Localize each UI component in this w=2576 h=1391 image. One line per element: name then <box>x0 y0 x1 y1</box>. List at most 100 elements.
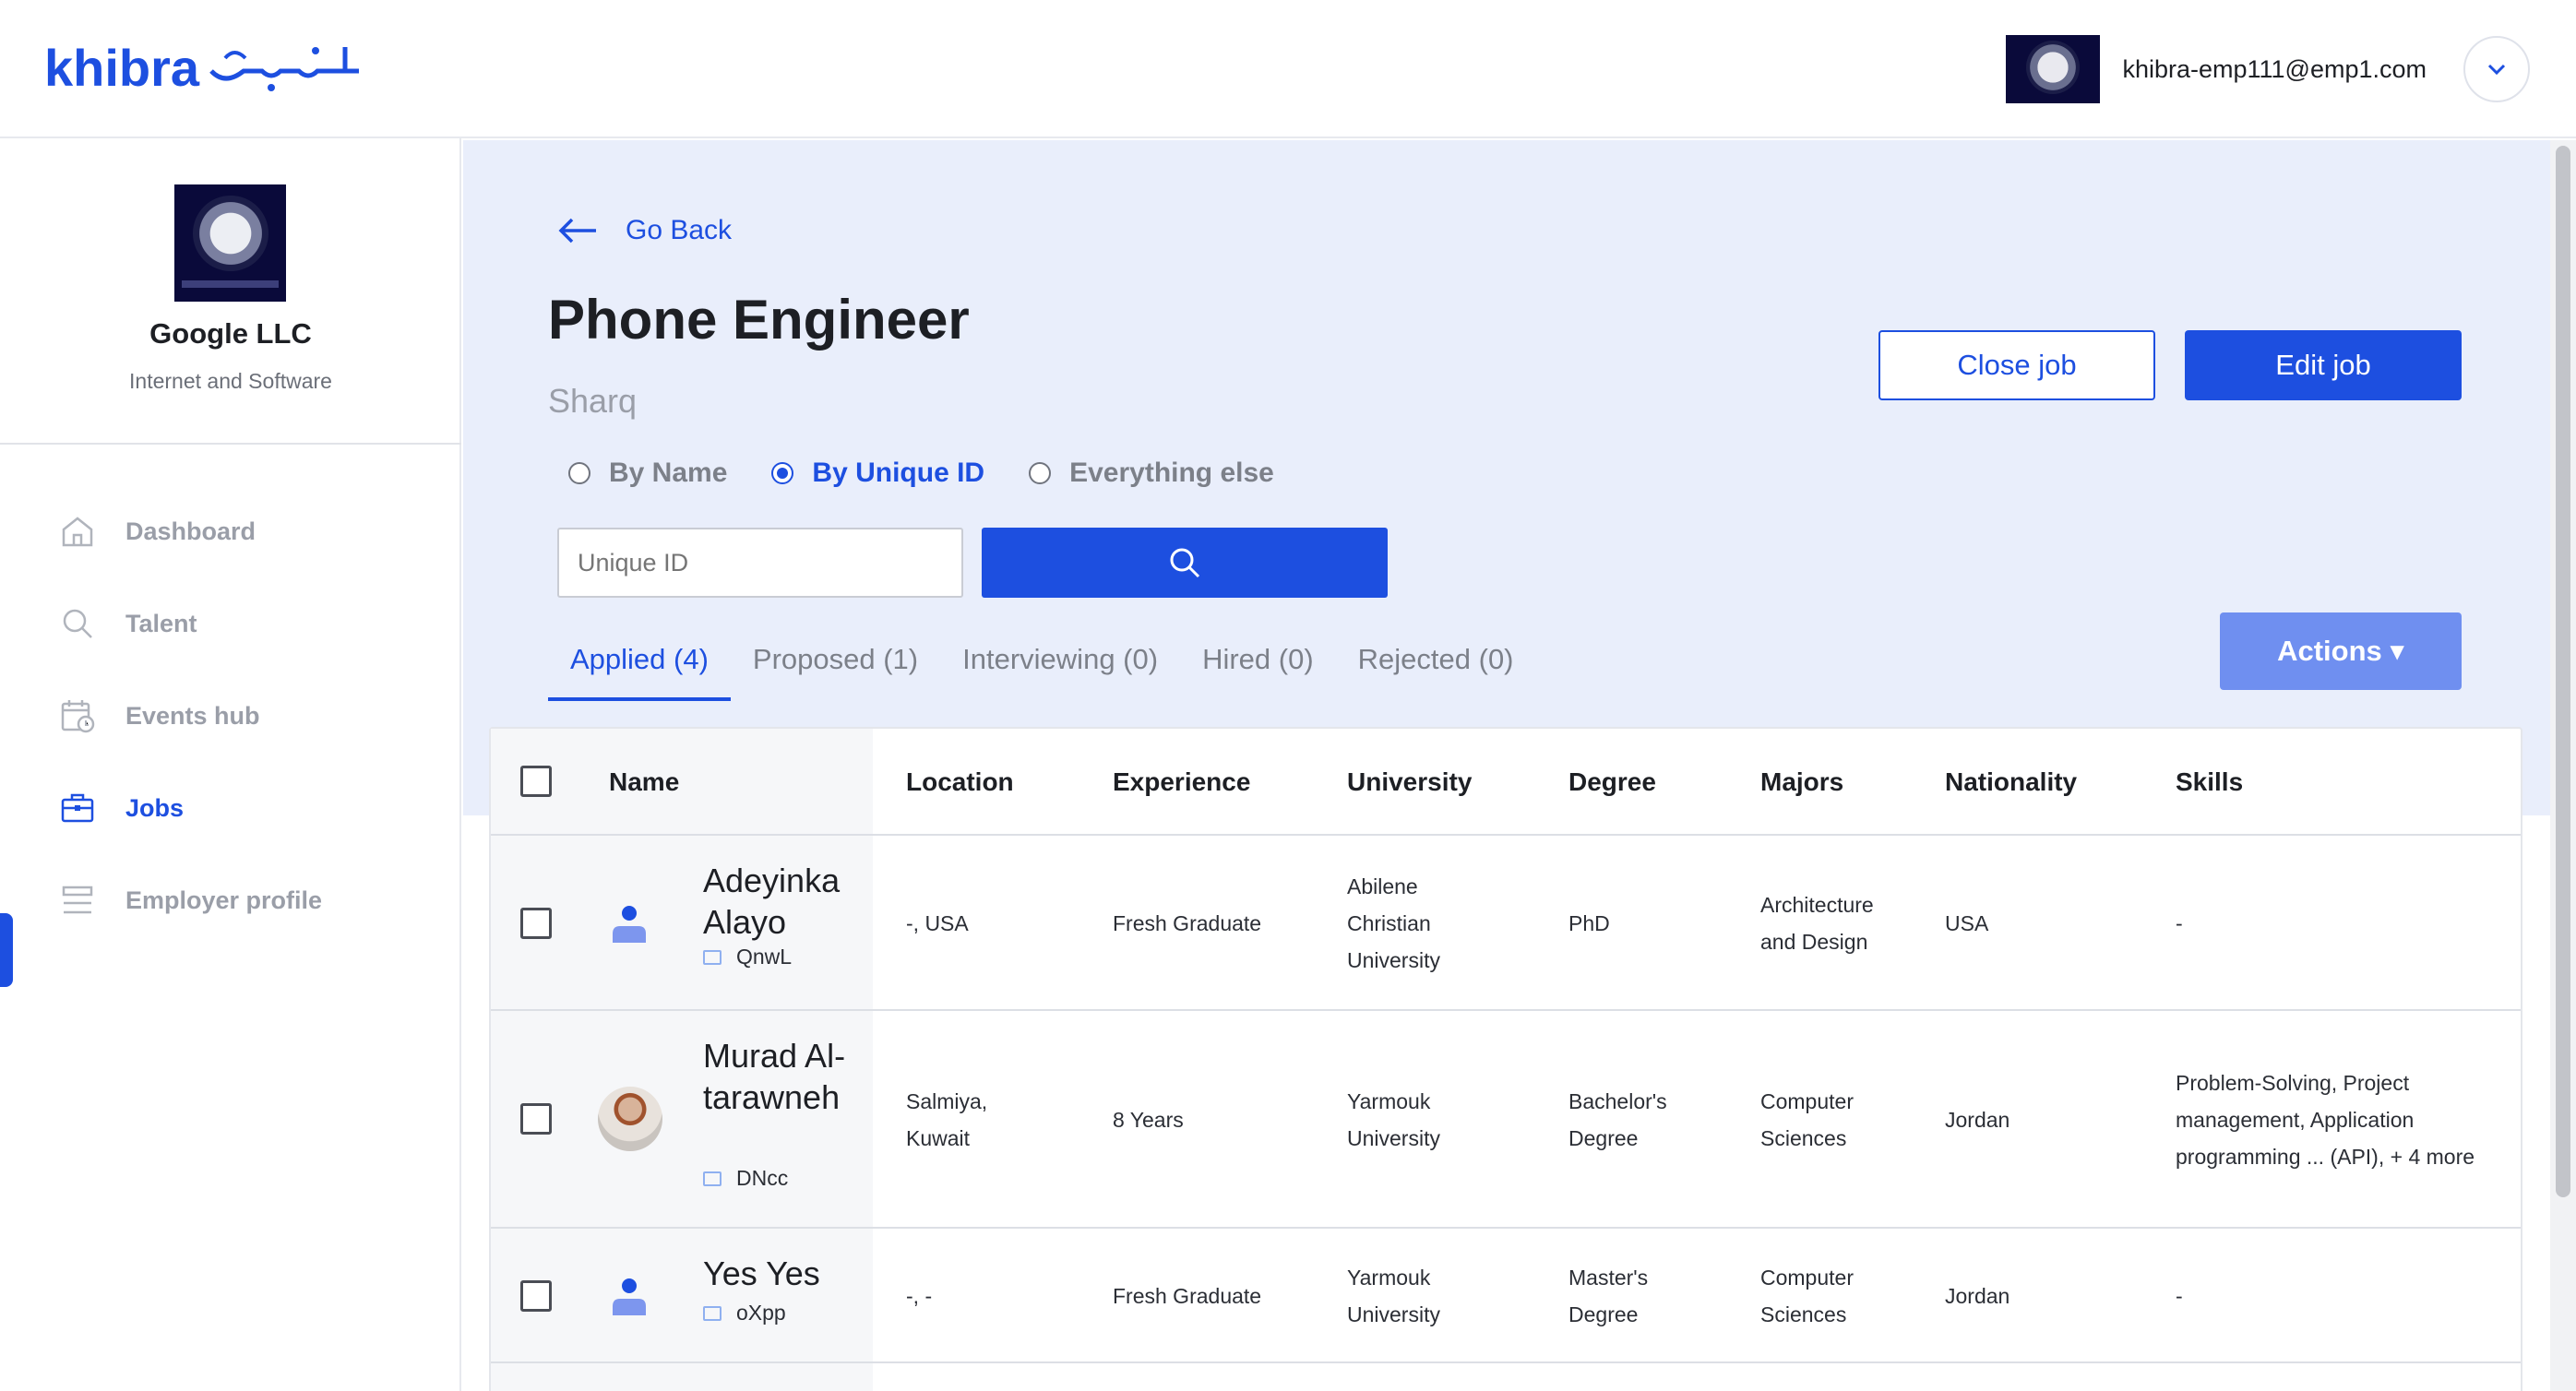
user-menu[interactable]: khibra-emp111@emp1.com <box>2006 35 2530 103</box>
cell-degree: PhD <box>1568 911 1610 935</box>
sidebar-item-label: Dashboard <box>125 517 256 545</box>
cell-skills: - <box>2176 911 2183 935</box>
table-row[interactable]: Murad Al-tarawneh DNcc Salmiya, Kuwait 8… <box>491 1011 2521 1229</box>
sidebar: Google LLC Internet and Software Dashboa… <box>0 138 461 1391</box>
cell-location: -, - <box>906 1284 933 1308</box>
tab-hired[interactable]: Hired (0) <box>1180 618 1336 701</box>
sidebar-item-talent[interactable]: Talent <box>0 587 461 660</box>
cell-location: -, USA <box>906 911 969 935</box>
job-location: Sharq <box>548 382 638 420</box>
company-name: Google LLC <box>149 317 312 350</box>
candidate-id-value: QnwL <box>736 945 793 969</box>
home-icon <box>59 513 96 550</box>
column-header-experience[interactable]: Experience <box>1113 729 1250 836</box>
cell-nationality: USA <box>1945 911 1989 935</box>
column-header-degree[interactable]: Degree <box>1568 729 1656 836</box>
cell-majors: Computer Sciences <box>1760 1089 1854 1150</box>
actions-dropdown-button[interactable]: Actions ▾ <box>2220 612 2462 690</box>
cell-majors: Architecture and Design <box>1760 893 1874 954</box>
tab-proposed[interactable]: Proposed (1) <box>731 618 940 701</box>
company-industry: Internet and Software <box>129 369 332 393</box>
cell-university: Yarmouk University <box>1347 1089 1440 1150</box>
cell-nationality: Jordan <box>1945 1284 2010 1308</box>
search-mode-group: By Name By Unique ID Everything else <box>568 450 1318 496</box>
scrollbar-thumb[interactable] <box>2556 146 2570 1197</box>
chevron-down-icon <box>2487 64 2506 76</box>
sidebar-item-label: Talent <box>125 609 197 637</box>
candidate-id: DNcc <box>703 1166 788 1191</box>
search-icon <box>1170 548 1200 578</box>
column-header-university[interactable]: University <box>1347 729 1472 836</box>
column-header-name[interactable]: Name <box>609 729 679 836</box>
user-menu-toggle[interactable] <box>2463 36 2530 102</box>
briefcase-icon <box>59 790 96 826</box>
candidate-id: QnwL <box>703 945 792 969</box>
arrow-left-icon <box>558 218 596 244</box>
cell-university: Yarmouk University <box>1347 1266 1440 1326</box>
cell-university: Abilene Christian University <box>1347 874 1440 972</box>
default-avatar-icon <box>613 906 646 943</box>
row-checkbox[interactable] <box>520 1280 552 1312</box>
candidate-name[interactable]: Murad Al-tarawneh <box>703 1035 869 1118</box>
radio-button[interactable] <box>771 462 794 484</box>
tab-applied[interactable]: Applied (4) <box>548 618 731 701</box>
cell-nationality: Jordan <box>1945 1108 2010 1132</box>
radio-label: By Name <box>609 458 728 488</box>
id-card-icon <box>703 1305 722 1321</box>
candidate-name[interactable]: Yes Yes <box>703 1253 980 1294</box>
candidate-id-value: oXpp <box>736 1301 786 1325</box>
go-back-link[interactable]: Go Back <box>557 207 732 255</box>
sidebar-item-dashboard[interactable]: Dashboard <box>0 494 461 568</box>
radio-everything-else[interactable]: Everything else <box>1029 458 1274 489</box>
candidates-table: Name Location Experience University Degr… <box>489 727 2522 1391</box>
radio-label: Everything else <box>1069 458 1274 488</box>
cell-skills: Problem-Solving, Project management, App… <box>2176 1071 2475 1169</box>
go-back-label: Go Back <box>626 215 733 245</box>
company-logo <box>174 184 286 302</box>
top-header: khibra khibra-emp111@emp1.com <box>0 0 2576 138</box>
select-all-checkbox[interactable] <box>520 766 552 797</box>
search-button[interactable] <box>982 528 1388 598</box>
table-header: Name Location Experience University Degr… <box>491 729 2521 836</box>
logo-text: khibra <box>44 38 200 97</box>
cell-degree: Master's Degree <box>1568 1266 1649 1326</box>
sidebar-item-employer-profile[interactable]: Employer profile <box>0 863 461 937</box>
edit-job-button[interactable]: Edit job <box>2185 330 2462 400</box>
table-row[interactable]: Adeyinka Alayo QnwL -, USA Fresh Graduat… <box>491 836 2521 1011</box>
user-avatar[interactable] <box>2006 35 2101 103</box>
column-header-nationality[interactable]: Nationality <box>1945 729 2077 836</box>
row-checkbox[interactable] <box>520 908 552 939</box>
table-row[interactable]: Yes Yes oXpp -, - Fresh Graduate Yarmouk… <box>491 1229 2521 1363</box>
cell-skills: - <box>2176 1284 2183 1308</box>
candidate-name[interactable]: Adeyinka Alayo <box>703 860 869 943</box>
tab-rejected[interactable]: Rejected (0) <box>1336 618 1536 701</box>
id-card-icon <box>703 949 722 965</box>
close-job-button[interactable]: Close job <box>1878 330 2155 400</box>
sidebar-item-events-hub[interactable]: Events hub <box>0 679 461 753</box>
sidebar-item-label: Events hub <box>125 701 260 730</box>
column-header-skills[interactable]: Skills <box>2176 729 2243 836</box>
candidate-id-value: DNcc <box>736 1166 789 1190</box>
sidebar-item-jobs[interactable]: Jobs <box>0 771 461 845</box>
cell-degree: Bachelor's Degree <box>1568 1089 1667 1150</box>
radio-button[interactable] <box>1029 462 1052 484</box>
user-email[interactable]: khibra-emp111@emp1.com <box>2122 55 2427 84</box>
khibra-logo[interactable]: khibra <box>44 33 364 101</box>
column-header-majors[interactable]: Majors <box>1760 729 1843 836</box>
job-title: Phone Engineer <box>548 289 970 351</box>
tab-interviewing[interactable]: Interviewing (0) <box>940 618 1180 701</box>
cell-experience: 8 Years <box>1113 1108 1184 1132</box>
radio-button[interactable] <box>568 462 590 484</box>
row-checkbox[interactable] <box>520 1103 552 1135</box>
page-scrollbar[interactable] <box>2550 140 2576 1391</box>
logo-arabic-mark <box>209 47 360 91</box>
sidebar-divider <box>0 443 461 445</box>
candidate-id: oXpp <box>703 1301 786 1326</box>
calendar-icon <box>59 697 96 734</box>
column-header-location[interactable]: Location <box>906 729 1014 836</box>
radio-by-unique-id[interactable]: By Unique ID <box>771 458 984 489</box>
unique-id-input[interactable] <box>557 528 963 598</box>
candidate-photo <box>598 1087 662 1151</box>
cell-majors: Computer Sciences <box>1760 1266 1854 1326</box>
radio-by-name[interactable]: By Name <box>568 458 727 489</box>
